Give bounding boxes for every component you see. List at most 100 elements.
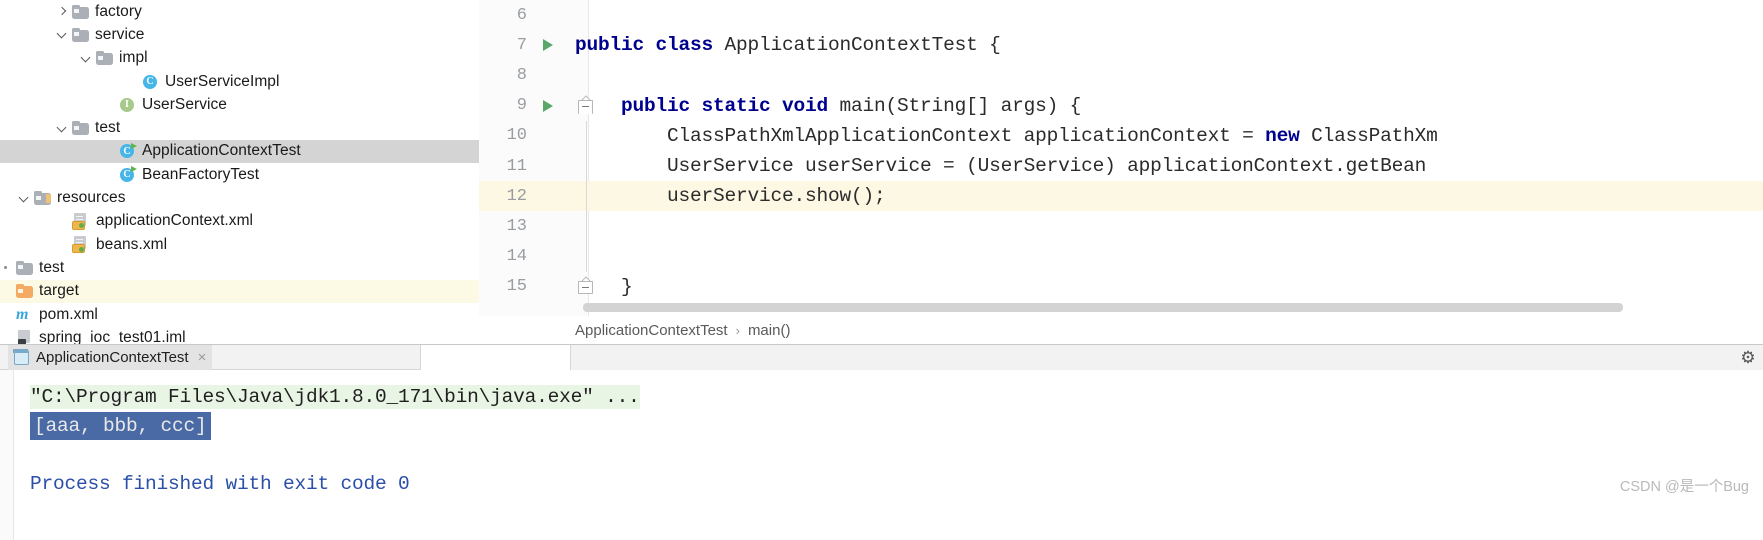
code-line-6[interactable]: 6: [479, 0, 1763, 30]
console-lines-container[interactable]: "C:\Program Files\Java\jdk1.8.0_171\bin\…: [0, 382, 1763, 498]
code-text: public class ApplicationContextTest {: [575, 34, 1001, 56]
line-number: 14: [506, 247, 527, 267]
code-line-13[interactable]: 13: [479, 211, 1763, 242]
tree-item-factory[interactable]: factory: [0, 0, 479, 23]
tree-item-label: ApplicationContextTest: [142, 142, 301, 160]
maven-icon: m: [16, 305, 29, 323]
code-line-12[interactable]: 12 userService.show();: [479, 181, 1763, 212]
tabbar-filler-mid: [421, 345, 570, 370]
code-line-11[interactable]: 11 UserService userService = (UserServic…: [479, 150, 1763, 182]
tree-item-label: service: [95, 25, 145, 43]
tree-item-applicationcontexttest[interactable]: C ApplicationContextTest: [0, 139, 479, 164]
line-number: 12: [506, 186, 527, 206]
breadcrumb[interactable]: ApplicationContextTest › main(): [479, 316, 1763, 344]
interface-icon: I: [119, 96, 136, 113]
code-lines-container[interactable]: 6 7 public class ApplicationContextTest { 8…: [479, 0, 1763, 316]
tree-item-label: UserServiceImpl: [165, 72, 280, 90]
tree-item-userservice[interactable]: I UserService: [0, 93, 479, 116]
code-editor-panel[interactable]: 6 7 public class ApplicationContextTest { 8…: [479, 0, 1763, 344]
chevron-right-icon[interactable]: [56, 5, 69, 18]
code-line-7[interactable]: 7 public class ApplicationContextTest {: [479, 30, 1763, 60]
code-token: userService.show();: [575, 185, 886, 208]
ide-window: factory service impl C UserServiceImpl I UserS…: [0, 0, 1763, 540]
code-fold-line: [586, 211, 587, 242]
console-line-blank[interactable]: [0, 440, 1763, 469]
tree-item-label: resources: [57, 189, 126, 207]
code-line-8[interactable]: 8: [479, 60, 1763, 90]
line-number: 9: [516, 96, 527, 116]
selected-output-text: [aaa, bbb, ccc]: [30, 411, 211, 440]
code-token: UserService userService = (UserService) …: [575, 155, 1427, 178]
folder-icon: [16, 284, 33, 299]
line-number: 6: [516, 5, 527, 25]
xml-file-icon: [72, 236, 90, 254]
module-file-icon: [16, 329, 33, 344]
folder-icon: [72, 4, 89, 19]
chevron-down-icon[interactable]: [56, 28, 69, 41]
tree-item-test[interactable]: test: [0, 256, 479, 279]
code-keyword: public class: [575, 34, 725, 57]
folder-icon: [16, 260, 33, 275]
run-tab-label: ApplicationContextTest: [36, 349, 189, 366]
tree-item-userserviceimpl[interactable]: C UserServiceImpl: [0, 70, 479, 93]
code-line-10[interactable]: 10 ClassPathXmlApplicationContext applic…: [479, 120, 1763, 151]
breadcrumb-class[interactable]: ApplicationContextTest: [575, 322, 728, 339]
tree-toggle-placeholder: [56, 238, 69, 251]
tree-item-beanfactorytest[interactable]: C BeanFactoryTest: [0, 163, 479, 186]
tree-item-label: test: [95, 119, 121, 137]
tree-toggle-placeholder: [103, 168, 116, 181]
tree-item-applicationcontext-xml[interactable]: applicationContext.xml: [0, 210, 479, 233]
code-token: }: [575, 275, 633, 298]
console-line-command[interactable]: "C:\Program Files\Java\jdk1.8.0_171\bin\…: [0, 382, 1763, 411]
line-number: 11: [506, 156, 527, 176]
code-token: ClassPathXmlApplicationContext applicati…: [575, 124, 1266, 147]
console-line-selected[interactable]: [aaa, bbb, ccc]: [0, 411, 1763, 440]
code-line-14[interactable]: 14: [479, 241, 1763, 272]
line-number: 7: [516, 35, 527, 55]
tree-item-label: impl: [119, 49, 148, 67]
run-tab-applicationcontexttest[interactable]: ApplicationContextTest ×: [8, 345, 213, 370]
chevron-down-icon[interactable]: [56, 122, 69, 135]
runnable-class-icon: C: [119, 142, 137, 160]
code-line-9[interactable]: 9 public static void main(String[] args)…: [479, 91, 1763, 121]
editor-horizontal-scrollbar[interactable]: [583, 303, 1623, 312]
tree-item-label: BeanFactoryTest: [142, 165, 260, 183]
code-line-15[interactable]: 15 }: [479, 272, 1763, 302]
class-icon: C: [142, 73, 159, 90]
watermark: CSDN @是一个Bug: [1619, 479, 1749, 495]
tree-item-label: beans.xml: [96, 235, 168, 253]
tree-item-pom-xml[interactable]: m pom.xml: [0, 303, 479, 326]
tree-item-label: pom.xml: [39, 305, 98, 323]
tree-item-beans-xml[interactable]: beans.xml: [0, 233, 479, 256]
tree-item-service[interactable]: service: [0, 23, 479, 46]
project-tree-panel[interactable]: factory service impl C UserServiceImpl I UserS…: [0, 0, 479, 344]
tree-item-test[interactable]: test: [0, 116, 479, 139]
run-gutter-icon[interactable]: [541, 38, 555, 52]
tree-toggle-placeholder: [0, 331, 13, 344]
close-icon[interactable]: ×: [198, 350, 207, 365]
runnable-class-icon: C: [119, 166, 137, 183]
chevron-down-icon[interactable]: [80, 52, 93, 65]
run-console-panel: ApplicationContextTest × ⚙ "C:\Program F…: [0, 345, 1763, 540]
breadcrumb-method[interactable]: main(): [748, 322, 791, 339]
tree-toggle-placeholder: [56, 215, 69, 228]
tree-item-spring-ioc-test01-iml[interactable]: spring_ioc_test01.iml: [0, 326, 479, 344]
code-text: UserService userService = (UserService) …: [575, 155, 1426, 177]
gear-icon[interactable]: ⚙: [1739, 349, 1757, 367]
tree-item-label: factory: [95, 2, 142, 20]
console-output[interactable]: "C:\Program Files\Java\jdk1.8.0_171\bin\…: [0, 370, 1763, 540]
tree-item-impl[interactable]: impl: [0, 47, 479, 70]
console-line-result[interactable]: Process finished with exit code 0: [0, 469, 1763, 498]
tree-item-target[interactable]: target: [0, 279, 479, 303]
tree-toggle-placeholder: [103, 145, 116, 158]
tree-item-resources[interactable]: resources: [0, 186, 479, 209]
run-gutter-icon[interactable]: [541, 99, 555, 113]
chevron-down-icon[interactable]: [18, 192, 31, 205]
folder-icon: [72, 121, 89, 136]
